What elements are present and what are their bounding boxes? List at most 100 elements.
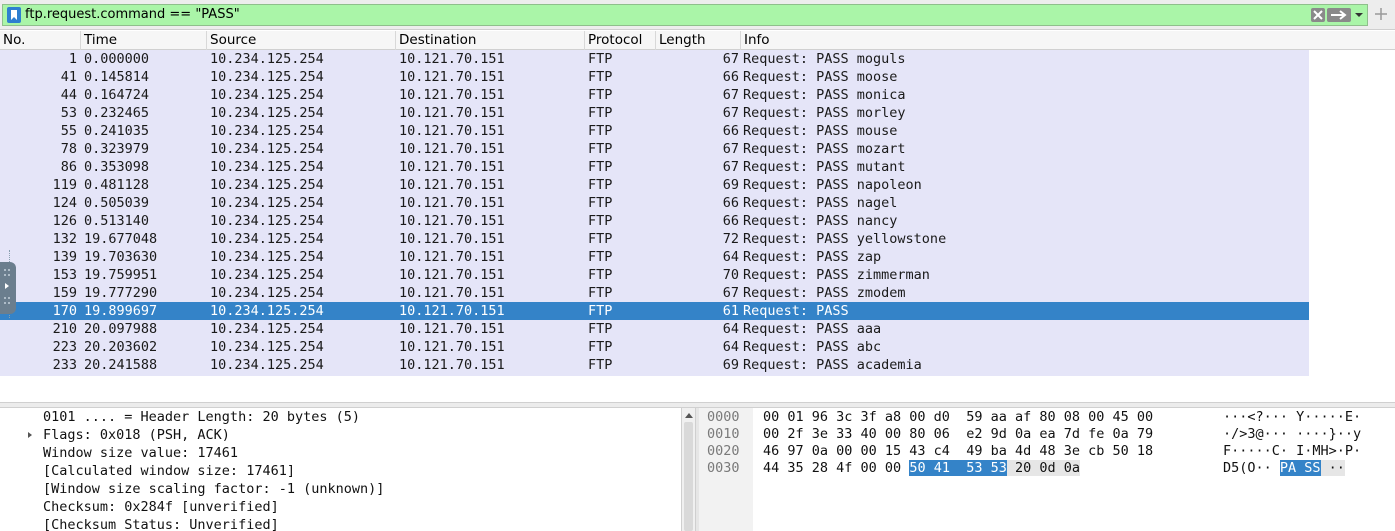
cell-destination: 10.121.70.151 [399, 177, 505, 193]
ascii-highlight: PA SS [1279, 460, 1321, 476]
detail-line[interactable]: Checksum: 0x284f [unverified] [0, 498, 681, 516]
packet-row[interactable]: 132 19.677048 10.234.125.254 10.121.70.151 F… [0, 230, 1309, 248]
column-header-destination[interactable]: Destination [396, 31, 585, 50]
cell-no: 119 [52, 177, 77, 193]
grip-icon [4, 269, 10, 304]
cell-protocol: FTP [588, 303, 613, 319]
hex-bytes[interactable]: 00 01 96 3c 3f a8 00 d0 59 aa af 80 08 0… [763, 409, 1153, 426]
cell-source: 10.234.125.254 [210, 357, 324, 373]
bookmark-icon[interactable] [7, 7, 21, 23]
cell-time: 0.164724 [84, 87, 150, 103]
cell-length: 67 [722, 141, 739, 157]
column-header-protocol[interactable]: Protocol [585, 31, 656, 50]
cell-length: 69 [722, 357, 739, 373]
hex-bytes[interactable]: 46 97 0a 00 00 15 43 c4 49 ba 4d 48 3e c… [763, 443, 1153, 460]
cell-protocol: FTP [588, 267, 613, 283]
detail-line[interactable]: [Window size scaling factor: -1 (unknown… [0, 480, 681, 498]
packet-row[interactable]: 55 0.241035 10.234.125.254 10.121.70.151 FTP… [0, 122, 1309, 140]
filter-expression[interactable]: ftp.request.command == "PASS" [25, 7, 240, 23]
cell-info: Request: PASS aaa [743, 321, 882, 337]
cell-no: 44 [60, 87, 77, 103]
plus-icon[interactable] [1373, 6, 1389, 22]
hex-text: 00 01 96 3c 3f a8 00 d0 59 aa af 80 08 0… [763, 409, 1154, 425]
packet-row[interactable]: 159 19.777290 10.234.125.254 10.121.70.151 F… [0, 284, 1309, 302]
cell-source: 10.234.125.254 [210, 303, 324, 319]
cell-time: 19.677048 [84, 231, 158, 247]
hex-bytes[interactable]: 00 2f 3e 33 40 00 80 06 e2 9d 0a ea 7d f… [763, 426, 1153, 443]
cell-protocol: FTP [588, 105, 613, 121]
clear-x-icon[interactable] [1311, 8, 1325, 22]
cell-destination: 10.121.70.151 [399, 231, 505, 247]
column-header-no[interactable]: No. [0, 31, 81, 50]
cell-source: 10.234.125.254 [210, 195, 324, 211]
packet-row[interactable]: 139 19.703630 10.234.125.254 10.121.70.151 F… [0, 248, 1309, 266]
cell-length: 67 [722, 51, 739, 67]
column-header-source[interactable]: Source [207, 31, 396, 50]
cell-no: 124 [52, 195, 77, 211]
cell-destination: 10.121.70.151 [399, 249, 505, 265]
detail-line[interactable]: Flags: 0x018 (PSH, ACK) [0, 426, 681, 444]
detail-line[interactable]: [Calculated window size: 17461] [0, 462, 681, 480]
packet-row[interactable]: 210 20.097988 10.234.125.254 10.121.70.151 F… [0, 320, 1309, 338]
column-header-length[interactable]: Length [656, 31, 741, 50]
cell-protocol: FTP [588, 141, 613, 157]
ascii-bytes[interactable]: ···<?··· Y·····E· [1223, 409, 1361, 426]
cell-time: 19.703630 [84, 249, 158, 265]
cell-time: 20.097988 [84, 321, 158, 337]
packet-row[interactable]: 119 0.481128 10.234.125.254 10.121.70.151 FT… [0, 176, 1309, 194]
ascii-bytes[interactable]: ·/>3@··· ····}··y [1223, 426, 1361, 443]
scrollbar-thumb[interactable] [684, 422, 693, 531]
detail-line-text: [Calculated window size: 17461] [43, 463, 295, 479]
ascii-bytes[interactable]: F·····C· I·MH>·P· [1223, 443, 1361, 460]
cell-info: Request: PASS morley [743, 105, 906, 121]
packet-row[interactable]: 86 0.353098 10.234.125.254 10.121.70.151 FTP… [0, 158, 1309, 176]
cell-protocol: FTP [588, 87, 613, 103]
cell-source: 10.234.125.254 [210, 123, 324, 139]
cell-destination: 10.121.70.151 [399, 195, 505, 211]
packet-row[interactable]: 153 19.759951 10.234.125.254 10.121.70.151 F… [0, 266, 1309, 284]
cell-time: 20.241588 [84, 357, 158, 373]
detail-line[interactable]: [Checksum Status: Unverified] [0, 516, 681, 531]
cell-length: 67 [722, 105, 739, 121]
detail-line[interactable]: 0101 .... = Header Length: 20 bytes (5) [0, 408, 681, 426]
packet-row[interactable]: 233 20.241588 10.234.125.254 10.121.70.151 F… [0, 356, 1309, 374]
packet-row[interactable]: 1 0.000000 10.234.125.254 10.121.70.151 FTP 6… [0, 50, 1309, 68]
cell-destination: 10.121.70.151 [399, 267, 505, 283]
packet-row[interactable]: 78 0.323979 10.234.125.254 10.121.70.151 FTP… [0, 140, 1309, 158]
cell-no: 41 [60, 69, 77, 85]
cell-protocol: FTP [588, 51, 613, 67]
cell-protocol: FTP [588, 231, 613, 247]
cell-info: Request: PASS monica [743, 87, 906, 103]
ascii-bytes[interactable]: D5(O·· PA SS ·· [1223, 460, 1345, 477]
cell-protocol: FTP [588, 177, 613, 193]
column-header-time[interactable]: Time [81, 31, 207, 50]
byte-offset: 0020 [707, 443, 740, 459]
details-scrollbar[interactable] [681, 408, 695, 531]
cell-time: 19.777290 [84, 285, 158, 301]
side-panel-handle[interactable] [0, 262, 16, 314]
cell-time: 0.353098 [84, 159, 150, 175]
packet-row[interactable]: 53 0.232465 10.234.125.254 10.121.70.151 FTP… [0, 104, 1309, 122]
column-header-info[interactable]: Info [741, 31, 1395, 50]
display-filter-input[interactable]: ftp.request.command == "PASS" [2, 4, 1368, 26]
arrow-right-icon[interactable] [1327, 8, 1351, 22]
packet-row-selected[interactable]: 170 19.899697 10.234.125.254 10.121.70.151 F… [0, 302, 1309, 320]
chevron-down-icon[interactable] [1353, 9, 1365, 21]
scroll-up-arrow-icon[interactable] [684, 411, 694, 419]
cell-length: 66 [722, 195, 739, 211]
packet-row[interactable]: 41 0.145814 10.234.125.254 10.121.70.151 FTP… [0, 68, 1309, 86]
packet-row[interactable]: 126 0.513140 10.234.125.254 10.121.70.151 FT… [0, 212, 1309, 230]
cell-info: Request: PASS moose [743, 69, 898, 85]
detail-line[interactable]: Window size value: 17461 [0, 444, 681, 462]
cell-time: 0.145814 [84, 69, 150, 85]
byte-offset: 0010 [707, 426, 740, 442]
packet-row[interactable]: 124 0.505039 10.234.125.254 10.121.70.151 FT… [0, 194, 1309, 212]
hex-bytes[interactable]: 44 35 28 4f 00 00 50 41 53 53 20 0d 0a [763, 460, 1081, 477]
cell-source: 10.234.125.254 [210, 69, 324, 85]
packet-row[interactable]: 44 0.164724 10.234.125.254 10.121.70.151 FTP… [0, 86, 1309, 104]
packet-row[interactable]: 223 20.203602 10.234.125.254 10.121.70.151 F… [0, 338, 1309, 356]
cell-no: 210 [52, 321, 77, 337]
cell-protocol: FTP [588, 285, 613, 301]
expand-arrow-icon[interactable] [25, 430, 35, 440]
cell-destination: 10.121.70.151 [399, 87, 505, 103]
